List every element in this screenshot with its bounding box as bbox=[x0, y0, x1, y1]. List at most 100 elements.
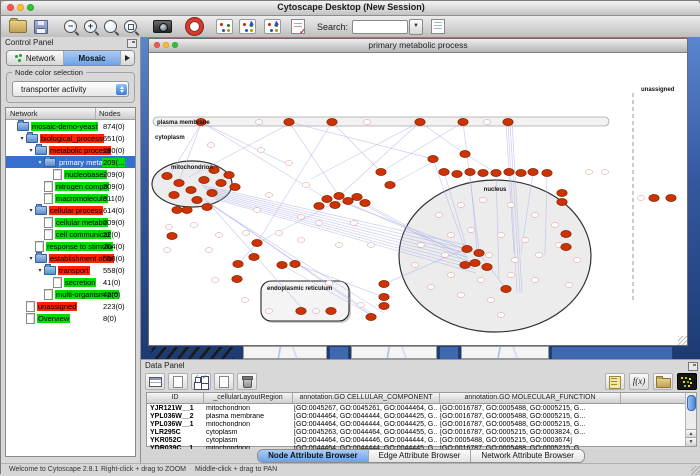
network-edge[interactable] bbox=[339, 122, 420, 196]
network-node[interactable] bbox=[504, 168, 514, 175]
table-row[interactable]: YKR052Ccytoplasm[GO:0044464, GO:0044446,… bbox=[147, 436, 696, 444]
tree-item-unassigned[interactable]: unassigned223(0) bbox=[6, 300, 135, 312]
network-node-small[interactable] bbox=[297, 238, 305, 243]
network-node-small[interactable] bbox=[335, 243, 343, 248]
network-node[interactable] bbox=[314, 202, 324, 209]
tree-col-network[interactable]: Network bbox=[6, 108, 96, 119]
network-node-small[interactable] bbox=[190, 223, 198, 228]
minimized-window-thumb[interactable] bbox=[243, 346, 327, 359]
search-options-icon[interactable] bbox=[431, 19, 445, 34]
annotation-icon[interactable] bbox=[291, 19, 305, 34]
network-node[interactable] bbox=[366, 313, 376, 320]
network-node-small[interactable] bbox=[325, 281, 333, 286]
network-node[interactable] bbox=[330, 201, 340, 208]
network-node[interactable] bbox=[343, 197, 353, 204]
search-dropdown-icon[interactable]: ▼ bbox=[409, 19, 423, 35]
network-node[interactable] bbox=[458, 118, 468, 125]
select-attributes-icon[interactable] bbox=[191, 373, 211, 390]
tree-expand-icon[interactable]: ▾ bbox=[18, 135, 26, 142]
network-edge[interactable] bbox=[390, 161, 435, 185]
attribute-notes-icon[interactable] bbox=[605, 373, 625, 390]
network-node-small[interactable] bbox=[363, 120, 371, 125]
network-node-small[interactable] bbox=[565, 283, 573, 288]
network-node-small[interactable] bbox=[315, 221, 323, 226]
tree-expand-icon[interactable]: ▾ bbox=[36, 267, 44, 274]
network-node-small[interactable] bbox=[485, 253, 493, 258]
network-node[interactable] bbox=[233, 260, 243, 267]
network-node-small[interactable] bbox=[312, 309, 320, 314]
network-node-small[interactable] bbox=[479, 198, 487, 203]
copy-network-icon[interactable] bbox=[239, 19, 256, 34]
network-node[interactable] bbox=[277, 261, 287, 268]
network-node-small[interactable] bbox=[585, 170, 593, 175]
network-node[interactable] bbox=[557, 198, 567, 205]
network-node[interactable] bbox=[296, 307, 306, 314]
tree-item-macromolecule[interactable]: macromolecule311(0) bbox=[6, 192, 135, 204]
network-node[interactable] bbox=[202, 203, 212, 210]
scroll-down-button[interactable]: ▼ bbox=[686, 437, 696, 446]
zoom-in-icon[interactable]: + bbox=[84, 20, 97, 33]
network-node[interactable] bbox=[360, 199, 370, 206]
network-node[interactable] bbox=[379, 293, 389, 300]
network-node[interactable] bbox=[557, 189, 567, 196]
network-node-small[interactable] bbox=[487, 298, 495, 303]
zoom-out-icon[interactable]: − bbox=[64, 20, 77, 33]
network-node[interactable] bbox=[503, 118, 513, 125]
network-node[interactable] bbox=[561, 230, 571, 237]
tree-item-cellular-metabo[interactable]: cellular metabo209(0) bbox=[6, 216, 135, 228]
minimized-window-icon[interactable] bbox=[439, 346, 459, 360]
tree-item-nucleobase-[interactable]: nucleobase-209(0) bbox=[6, 168, 135, 180]
network-node-small[interactable] bbox=[165, 225, 173, 230]
network-node[interactable] bbox=[232, 275, 242, 282]
matrix-view-icon[interactable] bbox=[677, 373, 697, 390]
network-node-small[interactable] bbox=[275, 231, 283, 236]
help-lifering-icon[interactable] bbox=[186, 18, 203, 35]
network-node[interactable] bbox=[224, 171, 234, 178]
network-node[interactable] bbox=[216, 179, 226, 186]
network-node[interactable] bbox=[478, 169, 488, 176]
tab-overflow-button[interactable] bbox=[121, 51, 134, 65]
tree-item-cellular-process[interactable]: ▾cellular process614(0) bbox=[6, 204, 135, 216]
network-node[interactable] bbox=[182, 206, 192, 213]
zoom-selected-region-icon[interactable] bbox=[124, 20, 137, 33]
network-node[interactable] bbox=[474, 249, 484, 256]
network-node-small[interactable] bbox=[521, 238, 529, 243]
network-node[interactable] bbox=[561, 243, 571, 250]
network-node-small[interactable] bbox=[357, 303, 365, 308]
network-node-small[interactable] bbox=[211, 278, 219, 283]
delete-attribute-icon[interactable] bbox=[237, 373, 257, 390]
node-color-selection-combo[interactable]: transporter activity bbox=[12, 81, 129, 97]
tree-item-cell-communicat[interactable]: cell communicat22(0) bbox=[6, 228, 135, 240]
network-node[interactable] bbox=[352, 193, 362, 200]
tree-item-mosaic-demo-yeast[interactable]: mosaic-demo-yeast874(0) bbox=[6, 120, 135, 132]
tree-item-secretion[interactable]: secretion41(0) bbox=[6, 276, 135, 288]
minimized-window-thumb[interactable] bbox=[461, 346, 549, 359]
network-node[interactable] bbox=[327, 118, 337, 125]
network-node-small[interactable] bbox=[427, 285, 435, 290]
network-node[interactable] bbox=[249, 253, 259, 260]
network-node-small[interactable] bbox=[447, 273, 455, 278]
network-edge[interactable] bbox=[381, 122, 463, 172]
tree-expand-icon[interactable]: ▾ bbox=[36, 159, 44, 166]
tree-item-overview[interactable]: Overview8(0) bbox=[6, 312, 135, 324]
network-node-small[interactable] bbox=[601, 170, 609, 175]
column-header-3[interactable]: annotation.GO MOLECULAR_FUNCTION bbox=[440, 393, 621, 403]
network-node-small[interactable] bbox=[417, 243, 425, 248]
table-row[interactable]: YPL036W__2plasma membrane[GO:0044464, GO… bbox=[147, 412, 696, 420]
network-node-small[interactable] bbox=[297, 215, 305, 220]
network-node-small[interactable] bbox=[551, 223, 559, 228]
network-node-small[interactable] bbox=[573, 258, 581, 263]
network-node-small[interactable] bbox=[163, 248, 171, 253]
column-header-1[interactable]: _cellularLayoutRegion bbox=[204, 393, 293, 403]
network-node-small[interactable] bbox=[457, 203, 465, 208]
network-node-small[interactable] bbox=[253, 208, 261, 213]
tab-network-attribute-browser[interactable]: Network Attribute Browser bbox=[471, 450, 583, 462]
network-node[interactable] bbox=[428, 155, 438, 162]
column-header-0[interactable]: ID bbox=[147, 393, 204, 403]
network-node[interactable] bbox=[162, 172, 172, 179]
float-panel-icon[interactable] bbox=[127, 39, 137, 48]
network-node[interactable] bbox=[415, 118, 425, 125]
network-node[interactable] bbox=[501, 285, 511, 292]
network-node-small[interactable] bbox=[242, 231, 250, 236]
network-node[interactable] bbox=[322, 195, 332, 202]
